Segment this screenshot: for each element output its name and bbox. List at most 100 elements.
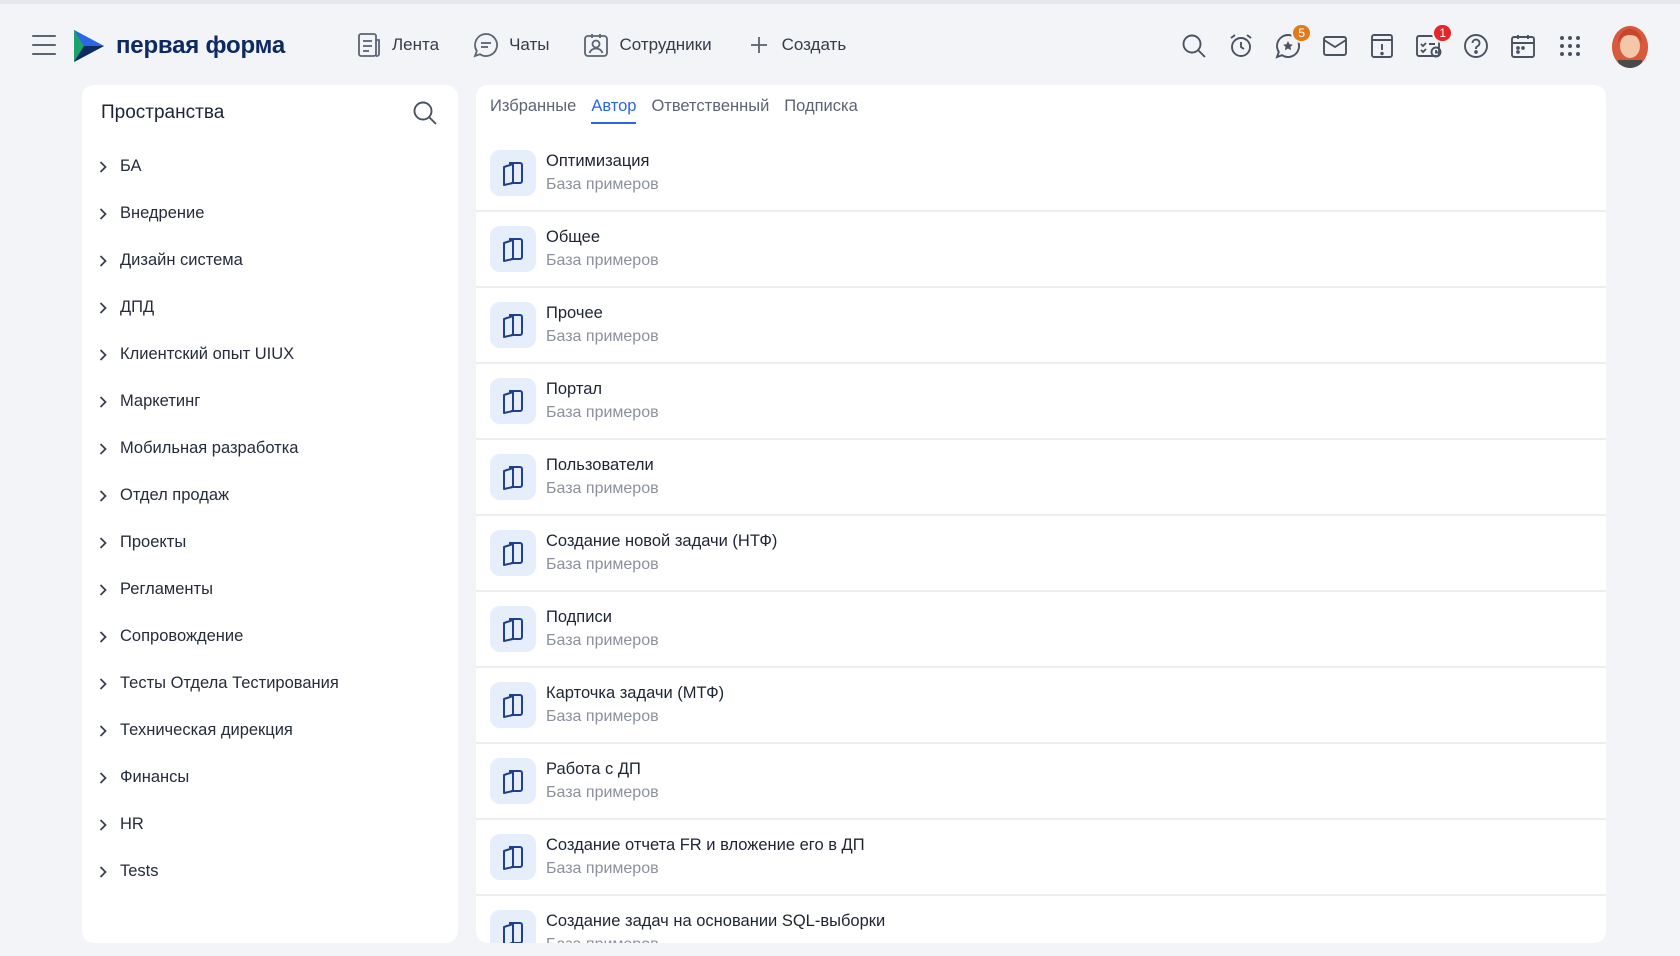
list-item[interactable]: Карточка задачи (МТФ) База примеров [476,668,1606,744]
main-panel: Избранные Автор Ответственный Подписка Опти… [476,85,1606,943]
help-icon[interactable] [1462,32,1490,60]
spaces-list: БА Внедрение Дизайн система ДПД Клиентский о… [96,143,446,895]
top-header: первая форма Лента Чаты Сотрудники Созда… [0,4,1680,86]
list-item-text: Пользователи База примеров [546,456,659,498]
sidebar-item-label: HR [120,815,144,833]
list-item-subtitle: База примеров [546,860,659,877]
sidebar-item-label: Tests [120,862,159,880]
document-icon [490,454,536,500]
avatar[interactable] [1612,26,1648,68]
sidebar-item-label: Сопровождение [120,627,244,645]
list-item-subtitle: База примеров [546,784,659,801]
list-item[interactable]: Подписи База примеров [476,592,1606,668]
list-item-subtitle: База примеров [546,708,659,725]
nav-feed[interactable]: Лента [356,32,439,58]
tab[interactable]: Подписка [784,97,857,124]
document-icon [490,758,536,804]
tab[interactable]: Избранные [490,97,576,124]
list-item-text: Создание отчета FR и вложение его в ДП Ба… [546,836,865,878]
chevron-right-icon [96,442,110,456]
sidebar-item[interactable]: Регламенты [96,566,446,613]
document-icon [490,530,536,576]
nav-feed-label: Лента [392,35,440,54]
sidebar-item[interactable]: Сопровождение [96,613,446,660]
nav-chats[interactable]: Чаты [473,32,549,58]
list-item-text: Прочее База примеров [546,304,659,346]
nav-employees-label: Сотрудники [619,35,712,54]
list-item[interactable]: Создание отчета FR и вложение его в ДП Ба… [476,820,1606,896]
alert-icon[interactable] [1368,32,1396,60]
nav-employees[interactable]: Сотрудники [583,32,712,58]
list-item[interactable]: Создание новой задачи (НТФ) База примеров [476,516,1606,592]
list-item-subtitle: База примеров [546,176,659,193]
sidebar-item-label: Проекты [120,533,187,551]
list-item-title: Общее [546,228,601,246]
document-icon [490,226,536,272]
chevron-right-icon [96,724,110,738]
sidebar-item[interactable]: БА [96,143,446,190]
list-item[interactable]: Прочее База примеров [476,288,1606,364]
sidebar-item[interactable]: Тесты Отдела Тестирования [96,660,446,707]
sidebar-search-icon[interactable] [412,100,438,126]
sidebar-item[interactable]: Мобильная разработка [96,425,446,472]
document-icon [490,910,536,943]
chevron-right-icon [96,489,110,503]
list-item-title: Пользователи [546,456,654,474]
sidebar-item[interactable]: Маркетинг [96,378,446,425]
list-item[interactable]: Пользователи База примеров [476,440,1606,516]
sidebar-item[interactable]: Tests [96,848,446,895]
list-item-text: Подписи База примеров [546,608,659,650]
sidebar-item[interactable]: Финансы [96,754,446,801]
list-item-text: Карточка задачи (МТФ) База примеров [546,684,724,726]
document-icon [490,302,536,348]
nav-create[interactable]: Создать [746,32,846,58]
sidebar-item-label: Клиентский опыт UIUX [120,345,295,363]
mail-icon[interactable] [1321,32,1349,60]
sidebar-item[interactable]: Дизайн система [96,237,446,284]
list-item[interactable]: Общее База примеров [476,212,1606,288]
list-item-title: Карточка задачи (МТФ) [546,684,725,702]
document-icon [490,150,536,196]
sidebar-item-label: Техническая дирекция [120,721,293,739]
search-icon[interactable] [1180,32,1208,60]
tab[interactable]: Ответственный [651,97,769,124]
sidebar-item-label: Внедрение [120,204,205,222]
list-item-subtitle: База примеров [546,936,885,943]
tab[interactable]: Автор [591,97,637,124]
list-item-subtitle: База примеров [546,252,659,269]
favorites-icon[interactable]: 5 [1274,23,1312,60]
list-item[interactable]: Оптимизация База примеров [476,136,1606,212]
list-item-title: Оптимизация [546,152,650,170]
sidebar-item-label: Мобильная разработка [120,439,299,457]
apps-grid-icon[interactable] [1556,32,1584,60]
favorites-badge: 5 [1291,23,1312,43]
sidebar-item[interactable]: Проекты [96,519,446,566]
header-actions: 5 1 [1180,23,1603,60]
list-item-subtitle: База примеров [546,404,659,421]
menu-icon[interactable] [32,35,56,55]
logo[interactable]: первая форма [72,28,285,64]
list-item[interactable]: Создание задач на основании SQL-выборки Б… [476,896,1606,943]
chevron-right-icon [96,818,110,832]
list-item[interactable]: Портал База примеров [476,364,1606,440]
approvals-icon[interactable]: 1 [1415,23,1453,60]
sidebar-item[interactable]: Отдел продаж [96,472,446,519]
chevron-right-icon [96,254,110,268]
list-item[interactable]: Работа с ДП База примеров [476,744,1606,820]
alarm-clock-icon[interactable] [1227,32,1255,60]
document-icon [490,378,536,424]
calendar-icon[interactable] [1509,32,1537,60]
sidebar-item[interactable]: Внедрение [96,190,446,237]
chevron-right-icon [96,771,110,785]
chevron-right-icon [96,536,110,550]
list-item-text: Создание новой задачи (НТФ) База примеров [546,532,777,574]
document-icon [490,606,536,652]
sidebar-item-label: Маркетинг [120,392,201,410]
employees-icon [583,32,609,58]
list-item-subtitle: База примеров [546,480,659,497]
sidebar-item[interactable]: Техническая дирекция [96,707,446,754]
sidebar-item[interactable]: ДПД [96,284,446,331]
sidebar-item[interactable]: Клиентский опыт UIUX [96,331,446,378]
sidebar-item[interactable]: HR [96,801,446,848]
document-icon [490,682,536,728]
